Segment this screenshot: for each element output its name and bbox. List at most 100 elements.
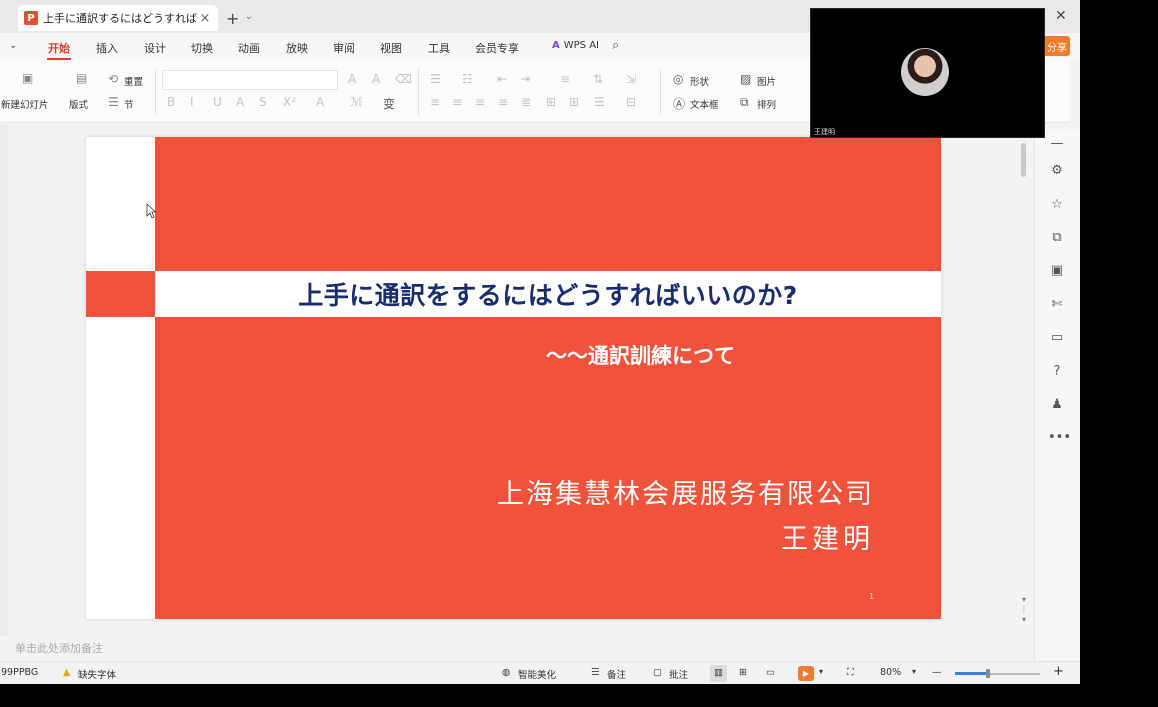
wps-ai-button[interactable]: A WPS AI [552, 40, 599, 51]
chevron-down-icon[interactable]: ▾ [819, 667, 823, 676]
strikethrough-icon[interactable]: A [236, 95, 244, 109]
list-settings-icon[interactable]: ☰ [594, 95, 605, 109]
help-icon[interactable]: ? [1048, 363, 1066, 381]
slide-title[interactable]: 上手に通訳をするにはどうすればいいのか? [155, 271, 941, 317]
increase-indent-icon[interactable]: ⇥ [520, 72, 530, 86]
vertical-align-icon[interactable]: ⊟ [626, 95, 636, 109]
play-slideshow-button[interactable]: ▶ [798, 666, 814, 681]
zoom-out-button[interactable]: — [932, 667, 942, 678]
grid-icon[interactable]: ⊞ [569, 95, 579, 109]
video-call-overlay[interactable]: 王建明 [810, 8, 1045, 138]
align-center-icon[interactable]: ≡ [452, 95, 462, 109]
notes-placeholder[interactable]: 单击此处添加备注 [15, 640, 103, 656]
section-button[interactable]: 节 [124, 97, 134, 111]
zoom-level[interactable]: 80% [880, 667, 901, 678]
new-tab-button[interactable]: + [226, 9, 239, 28]
character-spacing-icon[interactable]: 变 [383, 95, 395, 112]
fit-window-icon[interactable]: ⛶ [847, 667, 854, 678]
decrease-font-icon[interactable]: A [372, 72, 380, 86]
highlight-icon[interactable]: ℳ [350, 95, 363, 109]
clear-format-icon[interactable]: ⌫ [395, 72, 412, 86]
warning-icon: ▲ [63, 667, 71, 678]
document-tab[interactable]: P 上手に通訳するにはどうすればい × [18, 5, 218, 31]
zoom-slider-handle[interactable] [986, 669, 990, 678]
superscript-icon[interactable]: X² [283, 95, 296, 109]
decrease-indent-icon[interactable]: ⇤ [497, 72, 507, 86]
numbering-icon[interactable]: ☷ [462, 72, 473, 86]
italic-icon[interactable]: I [190, 95, 194, 109]
accent-square [86, 271, 155, 317]
mouse-cursor-icon [146, 203, 156, 219]
search-icon[interactable]: ⌕ [612, 38, 619, 53]
align-left-icon[interactable]: ≡ [430, 95, 440, 109]
line-spacing-icon[interactable]: ≡ [560, 72, 570, 86]
tab-review[interactable]: 审阅 [333, 40, 355, 56]
layout-button[interactable]: 版式 [69, 97, 88, 111]
distribute-icon[interactable]: ≣ [521, 95, 531, 109]
comments-button[interactable]: 批注 [669, 667, 688, 681]
new-slide-button[interactable]: 新建幻灯片 [1, 97, 49, 111]
more-icon[interactable]: ••• [1048, 429, 1071, 447]
vertical-scrollbar[interactable] [1018, 137, 1030, 632]
underline-icon[interactable]: U [213, 95, 222, 109]
reading-view-icon[interactable]: ▭ [766, 667, 775, 678]
increase-font-icon[interactable]: A [348, 72, 356, 86]
chevron-down-icon[interactable]: ▾ [912, 667, 916, 676]
tab-animations[interactable]: 动画 [238, 40, 260, 56]
columns-icon[interactable]: ⊞ [546, 95, 556, 109]
layers-icon[interactable]: ⧉ [1048, 229, 1066, 247]
slide-company-name[interactable]: 上海集慧林会展服务有限公司 [456, 472, 874, 511]
status-code: 99PPBG [1, 667, 39, 678]
justify-icon[interactable]: ≡ [498, 95, 508, 109]
shape-button[interactable]: 形状 [690, 74, 709, 88]
tab-membership[interactable]: 会员专享 [475, 40, 519, 56]
section-icon: ☰ [108, 95, 119, 109]
picture-button[interactable]: 图片 [757, 74, 776, 88]
zoom-in-button[interactable]: + [1053, 664, 1064, 679]
wps-ai-label: WPS AI [563, 40, 599, 51]
shadow-icon[interactable]: S [259, 95, 267, 109]
tab-view[interactable]: 视图 [380, 40, 402, 56]
shirt-icon[interactable]: ♟ [1048, 396, 1066, 414]
missing-font-button[interactable]: 缺失字体 [78, 667, 116, 681]
active-tab-indicator [47, 58, 71, 60]
arrange-button[interactable]: 排列 [757, 97, 776, 111]
arrange-icon: ⧉ [740, 95, 749, 109]
tab-insert[interactable]: 插入 [96, 40, 118, 56]
star-icon[interactable]: ☆ [1048, 196, 1066, 214]
sliders-icon[interactable]: ⚙ [1048, 162, 1066, 180]
window-close-button[interactable]: ✕ [1055, 8, 1067, 24]
tab-transitions[interactable]: 切换 [191, 40, 213, 56]
scrollbar-thumb[interactable] [1021, 143, 1026, 177]
slide-sorter-icon[interactable]: ⊞ [739, 667, 747, 678]
slide-canvas[interactable]: 上手に通訳をするにはどうすればいいのか? ～～通訳訓練につて 上海集慧林会展服务… [86, 137, 941, 619]
zoom-slider-fill [955, 672, 987, 675]
font-family-select[interactable] [162, 70, 338, 90]
close-tab-icon[interactable]: × [198, 11, 212, 26]
align-right-icon[interactable]: ≡ [475, 95, 485, 109]
image-edit-icon[interactable]: ▣ [1048, 262, 1066, 280]
font-color-icon[interactable]: A [316, 95, 324, 109]
chevron-down-icon[interactable]: ⌄ [245, 12, 253, 22]
magic-icon[interactable]: ✄ [1048, 296, 1066, 314]
slide-subtitle[interactable]: ～～通訳訓練につて [546, 340, 735, 370]
slide-nav-arrows[interactable]: ▾ ⋮ ▾ [1020, 595, 1028, 625]
tab-home[interactable]: 开始 [48, 40, 70, 56]
textbox-button[interactable]: 文本框 [690, 97, 719, 111]
reset-button[interactable]: 重置 [124, 74, 143, 88]
notes-button[interactable]: 备注 [607, 667, 626, 681]
bold-icon[interactable]: B [167, 95, 175, 109]
tab-tools[interactable]: 工具 [428, 40, 450, 56]
slide-thumbnail-panel-edge[interactable] [0, 124, 8, 636]
chevron-down-icon[interactable]: ⌄ [9, 40, 17, 51]
book-icon[interactable]: ▭ [1048, 329, 1066, 347]
slide-author-name[interactable]: 王建明 [646, 517, 874, 556]
text-direction-icon[interactable]: ⇲ [626, 72, 636, 86]
bullets-icon[interactable]: ☰ [430, 72, 441, 86]
tab-design[interactable]: 设计 [144, 40, 166, 56]
beautify-icon: ◍ [502, 667, 511, 678]
sort-icon[interactable]: ⇅ [593, 72, 603, 86]
smart-beautify-button[interactable]: 智能美化 [518, 667, 556, 681]
minus-icon[interactable]: — [1048, 135, 1066, 153]
tab-slideshow[interactable]: 放映 [286, 40, 308, 56]
